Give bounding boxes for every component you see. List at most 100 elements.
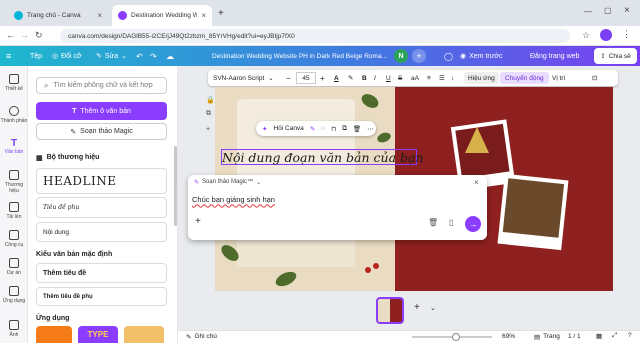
close-icon[interactable]: × xyxy=(97,11,102,20)
help-icon[interactable]: ? xyxy=(628,332,632,339)
app-thumbnail[interactable]: TYPE xyxy=(78,326,118,343)
font-size-input[interactable]: 45 xyxy=(296,72,316,84)
search-input[interactable]: ⌕ Tìm kiếm phông chữ và kết hợp xyxy=(36,77,167,94)
decrease-size-button[interactable]: − xyxy=(286,70,291,86)
ask-canva-button[interactable]: Hỏi Canva xyxy=(273,125,303,132)
resize-button[interactable]: ◎ Đổi cỡ xyxy=(52,46,82,66)
headline-style[interactable]: HEADLINE xyxy=(36,168,167,194)
submit-button[interactable]: → xyxy=(465,216,481,232)
dialog-header[interactable]: ✎ Soạn thảo Magic™ ⌄ xyxy=(194,179,261,186)
rail-item-uploads[interactable]: Tải lên xyxy=(0,202,28,220)
menu-icon[interactable]: ≡ xyxy=(6,46,11,66)
copy-style-icon[interactable]: ⊡ xyxy=(592,70,597,86)
copy-icon[interactable]: ⧉ xyxy=(206,110,211,118)
list-icon[interactable]: ☰ xyxy=(439,70,445,86)
underline-button[interactable]: U xyxy=(386,70,391,86)
close-icon[interactable]: × xyxy=(474,178,479,187)
rail-item-photos[interactable]: Ảnh xyxy=(0,320,28,338)
reload-icon[interactable]: ↻ xyxy=(35,30,43,41)
app-thumbnail[interactable] xyxy=(124,326,164,343)
star-icon[interactable]: ☆ xyxy=(582,30,590,41)
case-button[interactable]: aA xyxy=(411,70,419,86)
add-page-button[interactable]: + xyxy=(414,302,420,313)
profile-avatar[interactable] xyxy=(600,29,612,41)
tab-design[interactable]: Destination Wedding Website P × xyxy=(112,5,212,26)
add-icon[interactable]: + xyxy=(206,126,210,133)
avatar[interactable]: N xyxy=(394,49,408,63)
font-selector[interactable]: SVN-Aaron Script ⌄ xyxy=(213,70,283,86)
add-collaborator-button[interactable]: + xyxy=(412,49,426,63)
comment-icon[interactable]: ◌ xyxy=(321,125,325,132)
cloud-icon[interactable]: ☁ xyxy=(166,46,174,66)
rail-item-projects[interactable]: Dự án xyxy=(0,258,28,276)
panel-scrollbar[interactable] xyxy=(174,146,177,226)
rail-item-text[interactable]: T Văn bản xyxy=(0,138,28,155)
edit-menu[interactable]: ✎ Sửa ⌄ xyxy=(96,46,127,66)
align-icon[interactable]: ≡ xyxy=(427,70,431,86)
rail-item-brand[interactable]: Thương hiệu xyxy=(0,170,28,194)
design-title[interactable]: Destination Wedding Website PH in Dark R… xyxy=(212,46,387,66)
add-text-button[interactable]: T Thêm ô văn bản xyxy=(36,102,167,120)
bold-button[interactable]: B xyxy=(362,70,367,86)
zoom-slider[interactable] xyxy=(412,333,492,341)
tab-canva-home[interactable]: Trang chủ - Canva × xyxy=(8,5,108,26)
magic-write-button[interactable]: ✎ Soạn thảo Magic xyxy=(36,123,167,140)
trash-icon[interactable]: 🗑 xyxy=(428,218,438,227)
trash-icon[interactable]: 🗑 xyxy=(353,125,361,133)
strikethrough-button[interactable]: S xyxy=(398,70,402,86)
rail-item-tools[interactable]: Công cụ xyxy=(0,230,28,248)
body-style[interactable]: Nội dung xyxy=(36,222,167,242)
close-window-button[interactable]: × xyxy=(624,5,630,16)
duplicate-icon[interactable]: ⧉ xyxy=(342,125,347,133)
animate-button[interactable]: Chuyển động xyxy=(500,72,549,84)
forward-icon[interactable]: → xyxy=(20,30,29,40)
rail-item-elements[interactable]: Thành phần xyxy=(0,106,28,124)
url-field[interactable]: canva.com/design/DAGlB55-i2CE/jJ49Qt2zbz… xyxy=(60,29,570,43)
maximize-button[interactable]: ▢ xyxy=(604,6,612,15)
page-thumbnail[interactable] xyxy=(376,297,404,324)
new-tab-button[interactable]: + xyxy=(218,8,224,19)
file-menu[interactable]: Tệp xyxy=(30,46,42,66)
preview-button[interactable]: ◉ Xem trước xyxy=(460,46,503,66)
pages-button[interactable]: ▤ Trang xyxy=(534,333,560,341)
share-button[interactable]: ⇪ Chia sẻ xyxy=(594,48,637,64)
comment-icon[interactable]: ◯ xyxy=(444,46,453,66)
close-icon[interactable]: × xyxy=(201,11,206,20)
phone-icon[interactable]: ▯ xyxy=(449,218,453,227)
minimize-button[interactable]: — xyxy=(584,7,592,16)
zoom-level[interactable]: 69% xyxy=(502,333,515,340)
notes-button[interactable]: ✎ Ghi chú xyxy=(186,333,217,341)
rail-item-apps[interactable]: Ứng dụng xyxy=(0,286,28,304)
pages-label: Trang xyxy=(543,333,560,340)
lock-icon[interactable]: ⊓ xyxy=(331,125,336,133)
increase-size-button[interactable]: + xyxy=(320,70,325,86)
add-subheading-button[interactable]: Thêm tiêu đề phụ xyxy=(36,287,167,306)
menu-icon[interactable]: ⋮ xyxy=(622,29,631,40)
rail-item-design[interactable]: Thiết kế xyxy=(0,74,28,92)
brand-kit-heading[interactable]: ▦ Bộ thương hiệu xyxy=(36,154,99,162)
publish-button[interactable]: Đăng trang web xyxy=(530,46,579,66)
highlight-icon[interactable]: ✎ xyxy=(348,70,353,86)
chevron-down-icon[interactable]: ⌄ xyxy=(430,304,436,312)
undo-button[interactable]: ↶ xyxy=(136,46,143,66)
more-icon[interactable]: ⋯ xyxy=(367,125,374,133)
app-thumbnail[interactable] xyxy=(36,326,72,343)
back-icon[interactable]: ← xyxy=(6,30,15,40)
prompt-input[interactable]: Chúc bạn giáng sinh hạn xyxy=(192,192,472,206)
fullscreen-icon[interactable]: ⤢ xyxy=(612,332,617,340)
magic-pen-icon: ✎ xyxy=(194,180,200,186)
selected-text-box[interactable]: Nội dung đoạn văn bản của bạn xyxy=(221,149,424,165)
add-icon[interactable]: + xyxy=(195,216,201,227)
effects-button[interactable]: Hiệu ứng xyxy=(464,72,499,84)
magic-edit-icon[interactable]: ✎ xyxy=(310,125,315,133)
spacing-icon[interactable]: ↕ xyxy=(451,70,454,86)
sparkle-icon[interactable]: ✦ xyxy=(262,125,267,133)
grid-view-icon[interactable]: ▦ xyxy=(596,332,602,340)
text-color-button[interactable]: A xyxy=(334,70,339,86)
lock-icon[interactable]: 🔒 xyxy=(206,96,215,104)
redo-button[interactable]: ↷ xyxy=(150,46,157,66)
position-button[interactable]: Vị trí xyxy=(552,70,565,86)
add-heading-button[interactable]: Thêm tiêu đề xyxy=(36,263,167,283)
italic-button[interactable]: I xyxy=(374,70,376,86)
subheading-style[interactable]: Tiêu đề phụ xyxy=(36,197,167,218)
